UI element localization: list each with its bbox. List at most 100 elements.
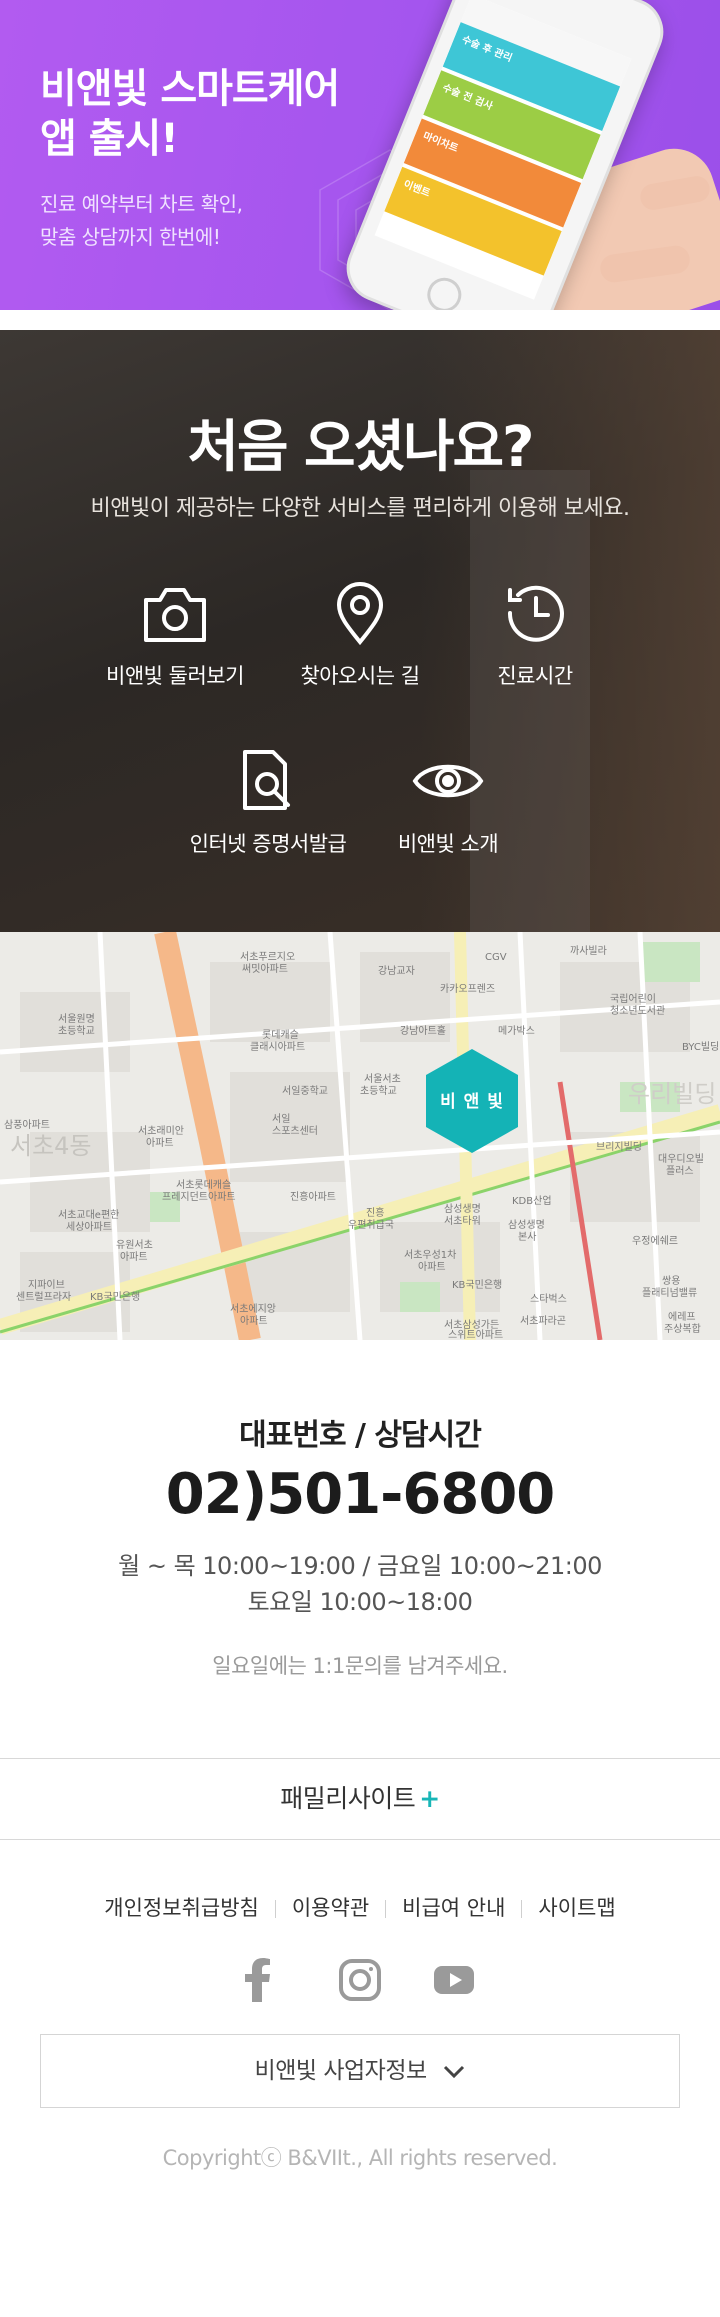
document-search-icon [243, 750, 290, 810]
instagram-icon[interactable] [338, 1958, 382, 2006]
svg-text:KB국민은행: KB국민은행 [452, 1279, 502, 1291]
service-label: 비앤빛 둘러보기 [106, 664, 244, 688]
svg-text:우리빌딩: 우리빌딩 [628, 1080, 716, 1108]
business-info-dropdown[interactable]: 비앤빛 사업자정보 [40, 2034, 680, 2108]
eye-icon [412, 764, 484, 798]
saturday-hours: 토요일 10:00~18:00 [247, 1588, 473, 1616]
svg-text:브리지빌딩: 브리지빌딩 [596, 1141, 642, 1153]
copyright: Copyrightⓒ B&VIIt., All rights reserved. [162, 2146, 558, 2170]
visit-subtitle: 비앤빛이 제공하는 다양한 서비스를 편리하게 이용해 보세요. [90, 496, 630, 521]
first-visit-section: 처음 오셨나요? 비앤빛이 제공하는 다양한 서비스를 편리하게 이용해 보세요… [0, 330, 720, 932]
svg-text:국립어린이: 국립어린이 [610, 992, 656, 1005]
svg-text:클래시아파트: 클래시아파트 [250, 1041, 305, 1053]
service-tour[interactable]: 비앤빛 둘러보기 [85, 580, 265, 690]
service-label: 진료시간 [497, 664, 573, 688]
svg-text:대우디오빌: 대우디오빌 [658, 1153, 704, 1165]
svg-text:서울서초: 서울서초 [364, 1073, 401, 1085]
map-tiles: 서초푸르지오써밋아파트 강남교자 CGV 까사빌라 카카오프렌즈국립어린이청소년도서… [0, 932, 720, 1340]
svg-text:서일중학교: 서일중학교 [282, 1085, 328, 1097]
svg-text:서일: 서일 [272, 1113, 290, 1125]
svg-text:까사빌라: 까사빌라 [570, 945, 607, 957]
visit-title: 처음 오셨나요? [187, 415, 534, 480]
svg-text:초등학교: 초등학교 [360, 1085, 397, 1097]
svg-text:초등학교: 초등학교 [58, 1025, 95, 1037]
map-badge-label: 비 앤 빛 [440, 1092, 504, 1112]
svg-text:쌍용: 쌍용 [662, 1275, 680, 1287]
svg-text:스타벅스: 스타벅스 [530, 1293, 567, 1305]
svg-text:지파이브: 지파이브 [28, 1279, 65, 1291]
svg-text:스포츠센터: 스포츠센터 [272, 1125, 318, 1137]
youtube-icon[interactable] [432, 1958, 476, 2006]
service-directions[interactable]: 찾아오시는 길 [270, 580, 450, 690]
service-label: 인터넷 증명서발급 [189, 832, 347, 856]
svg-text:진흥: 진흥 [366, 1206, 384, 1219]
sunday-note: 일요일에는 1:1문의를 남겨주세요. [212, 1654, 508, 1678]
facebook-icon[interactable] [240, 1958, 276, 2006]
svg-text:서초에지앙: 서초에지앙 [230, 1303, 276, 1315]
consult-hours: 월 ~ 목 10:00~19:00 / 금요일 10:00~21:00 토요일 … [0, 1548, 720, 1620]
svg-text:우정에쉐르: 우정에쉐르 [632, 1235, 678, 1247]
svg-text:KDB산업: KDB산업 [512, 1194, 552, 1207]
svg-text:청소년도서관: 청소년도서관 [610, 1005, 665, 1017]
banner-subtitle: 진료 예약부터 차트 확인, 맞춤 상담까지 한번에! [40, 192, 243, 249]
svg-text:메가박스: 메가박스 [498, 1025, 535, 1037]
svg-text:아파트: 아파트 [120, 1251, 148, 1263]
divider [274, 1900, 276, 1918]
phone-number[interactable]: 02)501-6800 [0, 1462, 720, 1527]
svg-text:에레프: 에레프 [668, 1311, 696, 1323]
service-label: 찾아오시는 길 [300, 664, 420, 688]
svg-text:써밋아파트: 써밋아파트 [242, 963, 288, 975]
svg-text:롯데캐슬: 롯데캐슬 [262, 1029, 299, 1041]
svg-text:주상복합: 주상복합 [664, 1323, 701, 1335]
plus-icon: + [419, 1784, 440, 1813]
svg-text:아파트: 아파트 [418, 1261, 446, 1273]
banner-title: 비앤빛 스마트케어 앱 출시! [40, 66, 340, 162]
svg-text:서초래미안: 서초래미안 [138, 1125, 184, 1137]
camera-icon [144, 588, 206, 642]
svg-text:삼성생명: 삼성생명 [444, 1203, 481, 1215]
svg-text:유원서초: 유원서초 [116, 1239, 153, 1251]
svg-text:서초4동: 서초4동 [10, 1132, 92, 1160]
svg-text:센트럴프라자: 센트럴프라자 [16, 1290, 71, 1303]
svg-text:KB국민은행: KB국민은행 [90, 1291, 140, 1303]
clock-icon [507, 585, 564, 642]
sitemap-link[interactable]: 사이트맵 [538, 1896, 615, 1920]
family-site-toggle[interactable]: 패밀리사이트 + [0, 1758, 720, 1840]
service-label: 비앤빛 소개 [397, 832, 499, 856]
terms-link[interactable]: 이용약관 [292, 1896, 369, 1920]
chevron-down-icon [444, 2065, 465, 2078]
svg-text:플러스: 플러스 [666, 1165, 694, 1177]
svg-text:아파트: 아파트 [240, 1315, 268, 1327]
svg-text:강남교자: 강남교자 [378, 965, 415, 977]
svg-text:프레지던트아파트: 프레지던트아파트 [162, 1191, 236, 1203]
svg-text:카카오프렌즈: 카카오프렌즈 [440, 983, 495, 995]
app-promo-banner[interactable]: 비앤빛 스마트케어 앱 출시! 진료 예약부터 차트 확인, 맞춤 상담까지 한… [0, 0, 720, 310]
business-info-label: 비앤빛 사업자정보 [254, 2058, 428, 2084]
svg-text:서초우성1차: 서초우성1차 [404, 1249, 456, 1261]
service-certificate[interactable]: 인터넷 증명서발급 [178, 748, 358, 858]
service-about[interactable]: 비앤빛 소개 [358, 748, 538, 858]
service-hours[interactable]: 진료시간 [445, 580, 625, 690]
non-covered-fees-link[interactable]: 비급여 안내 [402, 1896, 505, 1920]
svg-text:우편취급국: 우편취급국 [348, 1219, 394, 1231]
background-photo [470, 470, 590, 932]
svg-text:강남아트홀: 강남아트홀 [400, 1024, 446, 1037]
svg-text:스위트아파트: 스위트아파트 [448, 1328, 503, 1340]
svg-text:아파트: 아파트 [146, 1137, 174, 1149]
clinic-location-marker[interactable]: 비 앤 빛 [424, 1047, 520, 1155]
svg-text:BYC빌딩: BYC빌딩 [682, 1041, 719, 1053]
privacy-policy-link[interactable]: 개인정보취급방침 [104, 1896, 259, 1920]
svg-text:서초롯데캐슬: 서초롯데캐슬 [176, 1179, 231, 1191]
weekday-hours: 월 ~ 목 10:00~19:00 / 금요일 10:00~21:00 [118, 1552, 602, 1580]
svg-text:서초타워: 서초타워 [444, 1214, 481, 1227]
svg-text:세상아파트: 세상아파트 [66, 1221, 112, 1233]
svg-text:CGV: CGV [485, 952, 507, 963]
divider [521, 1900, 523, 1918]
svg-text:서초교대e편한: 서초교대e편한 [58, 1209, 119, 1221]
divider [385, 1900, 387, 1918]
location-map[interactable]: 서초푸르지오 써밋아파트 강남교자 CGV 까사빌라 카카오프렌즈 국립어린이 청소년도서… [0, 932, 720, 1340]
contact-title: 대표번호 / 상담시간 [239, 1418, 482, 1453]
svg-text:진흥아파트: 진흥아파트 [290, 1190, 336, 1203]
svg-text:삼풍아파트: 삼풍아파트 [4, 1119, 50, 1131]
svg-text:본사: 본사 [518, 1231, 536, 1243]
